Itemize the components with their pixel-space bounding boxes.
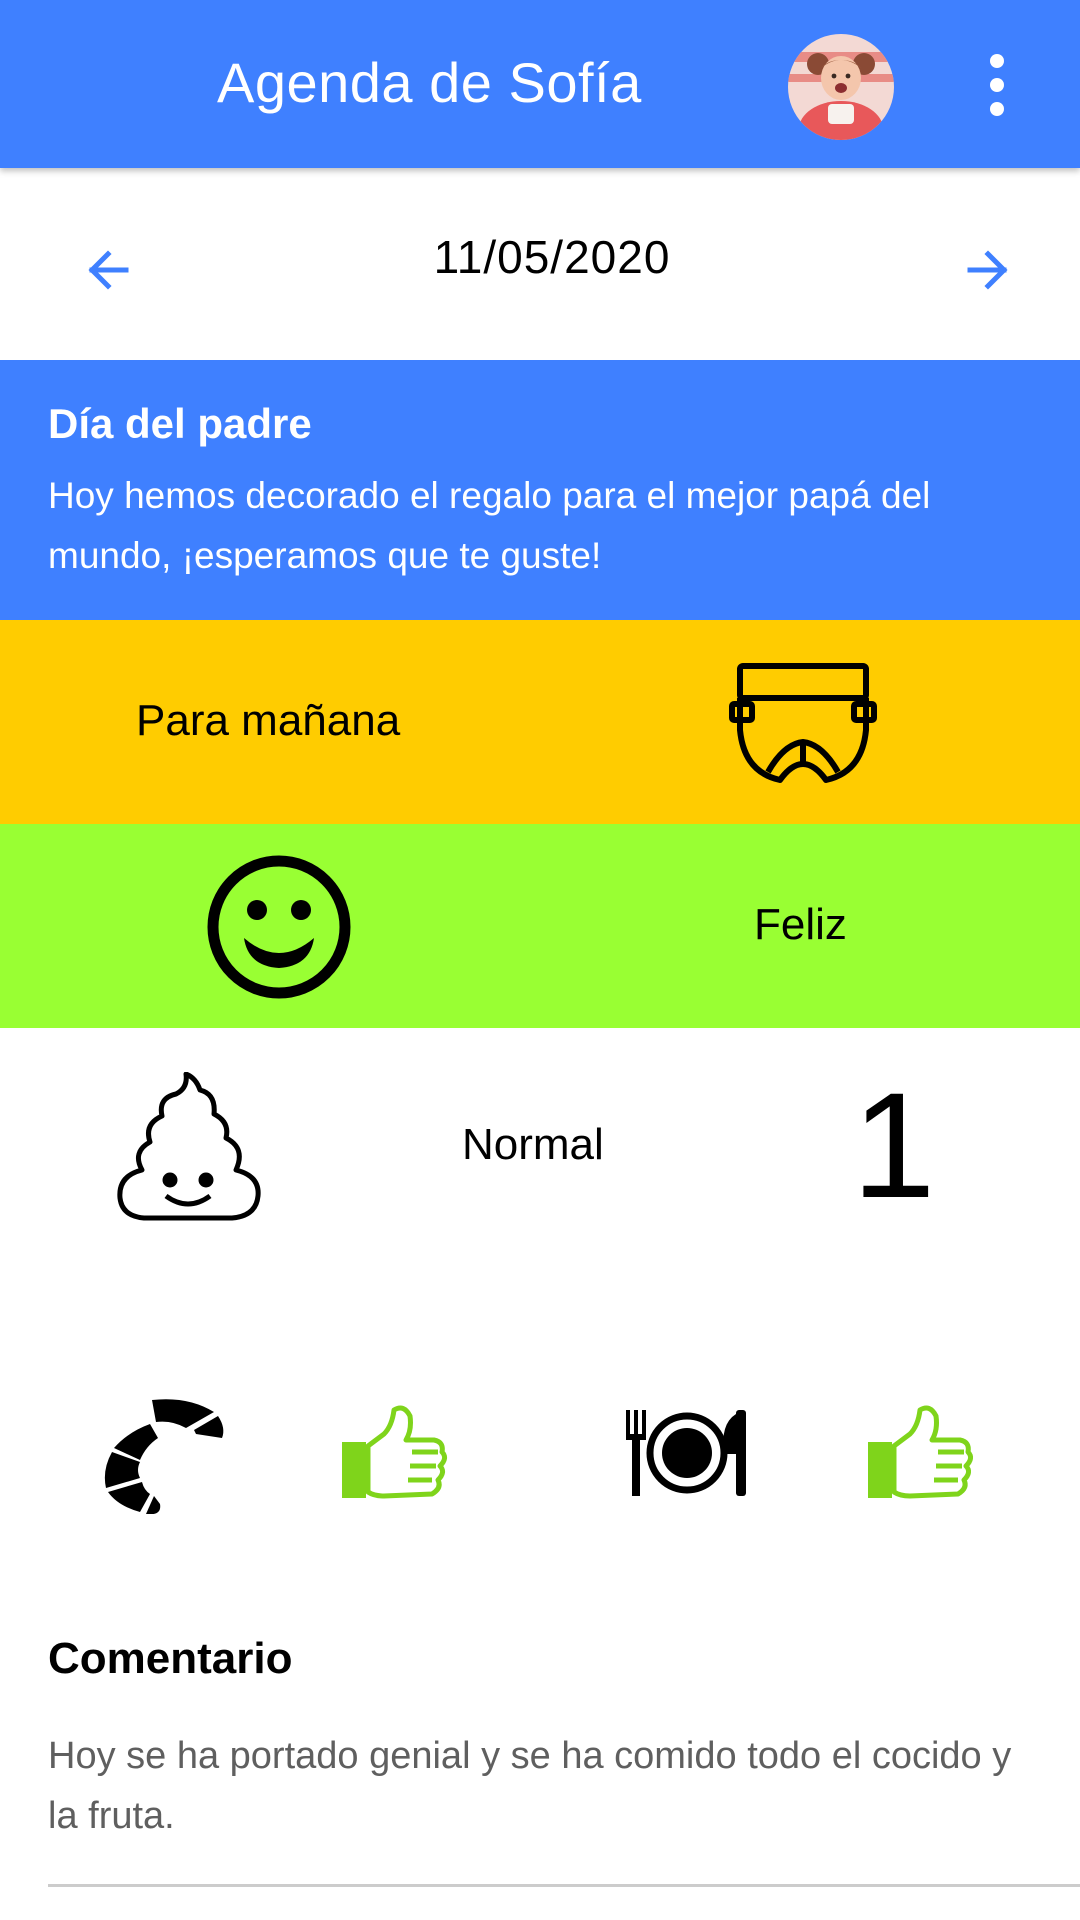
child-photo-icon (788, 34, 894, 140)
date-label[interactable]: 11/05/2020 (0, 230, 1080, 284)
stool-label: Normal (462, 1120, 604, 1169)
poop-icon (114, 1071, 264, 1227)
smiley-icon (206, 854, 352, 1005)
more-vertical-icon[interactable] (970, 46, 1024, 124)
avatar[interactable] (788, 34, 894, 140)
notice-title: Día del padre (48, 400, 312, 447)
mood-row[interactable]: Feliz (0, 824, 1080, 1028)
comment-title: Comentario (48, 1634, 293, 1683)
app-bar: Agenda de Sofía (0, 0, 1080, 168)
comment-body: Hoy se ha portado genial y se ha comido … (48, 1735, 1012, 1837)
page-title: Agenda de Sofía (217, 51, 642, 114)
notice-banner: Día del padre Hoy hemos decorado el rega… (0, 360, 1080, 620)
date-navigator: 11/05/2020 (0, 168, 1080, 360)
stool-count: 1 (852, 1061, 936, 1229)
thumbs-up-icon[interactable] (338, 1404, 450, 1509)
croissant-icon[interactable] (100, 1398, 226, 1519)
notice-body: Hoy hemos decorado el regalo para el mej… (48, 475, 931, 576)
mood-label: Feliz (754, 900, 847, 949)
diaper-icon (728, 660, 878, 791)
plate-cutlery-icon[interactable] (624, 1410, 750, 1501)
tomorrow-row[interactable]: Para mañana (0, 620, 1080, 824)
arrow-right-icon[interactable] (956, 240, 1016, 300)
meals-row (0, 1380, 1080, 1540)
stool-row[interactable]: Normal 1 (0, 1028, 1080, 1288)
divider (48, 1884, 1080, 1887)
thumbs-up-icon[interactable] (864, 1404, 976, 1509)
tomorrow-label: Para mañana (136, 696, 401, 745)
